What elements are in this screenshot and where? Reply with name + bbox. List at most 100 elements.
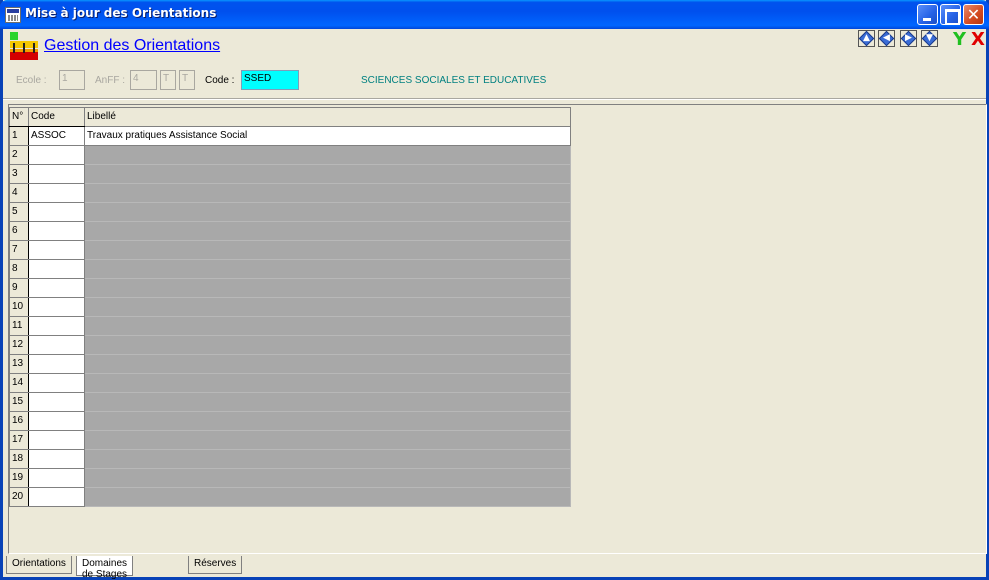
libelle-cell[interactable] [84, 259, 571, 279]
libelle-cell[interactable] [84, 430, 571, 450]
table-row[interactable]: 9 [9, 278, 571, 298]
code-cell[interactable]: ASSOC [28, 126, 85, 146]
libelle-cell[interactable] [84, 164, 571, 184]
row-number-cell[interactable]: 3 [9, 164, 29, 184]
row-number-cell[interactable]: 13 [9, 354, 29, 374]
anff-field[interactable]: 4 [130, 70, 157, 90]
row-number-cell[interactable]: 5 [9, 202, 29, 222]
row-number-cell[interactable]: 15 [9, 392, 29, 412]
libelle-cell[interactable] [84, 240, 571, 260]
table-row[interactable]: 19 [9, 468, 571, 488]
libelle-cell[interactable] [84, 297, 571, 317]
minimize-button[interactable] [917, 4, 938, 25]
table-row[interactable]: 3 [9, 164, 571, 184]
code-cell[interactable] [28, 468, 85, 488]
row-number-cell[interactable]: 2 [9, 145, 29, 165]
row-number-cell[interactable]: 20 [9, 487, 29, 507]
table-row[interactable]: 17 [9, 430, 571, 450]
column-header-libelle[interactable]: Libellé [84, 107, 571, 127]
libelle-cell[interactable] [84, 202, 571, 222]
row-number-cell[interactable]: 8 [9, 259, 29, 279]
code-field[interactable]: SSED [241, 70, 299, 90]
libelle-cell[interactable]: Travaux pratiques Assistance Social [84, 126, 571, 146]
code-cell[interactable] [28, 373, 85, 393]
table-row[interactable]: 11 [9, 316, 571, 336]
tab-reserves[interactable]: Réserves [188, 556, 243, 574]
table-row[interactable]: 13 [9, 354, 571, 374]
libelle-cell[interactable] [84, 335, 571, 355]
table-row[interactable]: 4 [9, 183, 571, 203]
row-number-cell[interactable]: 19 [9, 468, 29, 488]
code-cell[interactable] [28, 240, 85, 260]
title-bar[interactable]: Mise à jour des Orientations ✕ [0, 0, 989, 29]
x-icon[interactable]: X [971, 29, 985, 50]
code-cell[interactable] [28, 183, 85, 203]
code-cell[interactable] [28, 487, 85, 507]
close-button[interactable]: ✕ [963, 4, 984, 25]
code-cell[interactable] [28, 392, 85, 412]
libelle-cell[interactable] [84, 183, 571, 203]
row-number-cell[interactable]: 7 [9, 240, 29, 260]
row-number-cell[interactable]: 11 [9, 316, 29, 336]
table-row[interactable]: 16 [9, 411, 571, 431]
anff-t1-field[interactable]: T [160, 70, 176, 90]
libelle-cell[interactable] [84, 487, 571, 507]
row-number-cell[interactable]: 1 [9, 126, 29, 146]
row-number-cell[interactable]: 12 [9, 335, 29, 355]
tab-domaines-de-stages[interactable]: Domaines de Stages [76, 556, 134, 580]
row-number-cell[interactable]: 14 [9, 373, 29, 393]
libelle-cell[interactable] [84, 354, 571, 374]
row-number-cell[interactable]: 10 [9, 297, 29, 317]
table-row[interactable]: 20 [9, 487, 571, 507]
check-icon[interactable]: Y [953, 29, 966, 50]
code-cell[interactable] [28, 449, 85, 469]
code-cell[interactable] [28, 278, 85, 298]
row-number-cell[interactable]: 9 [9, 278, 29, 298]
code-cell[interactable] [28, 411, 85, 431]
nav-right-button[interactable]: ▶ [900, 30, 917, 47]
row-number-cell[interactable]: 4 [9, 183, 29, 203]
table-row[interactable]: 10 [9, 297, 571, 317]
table-row[interactable]: 15 [9, 392, 571, 412]
code-cell[interactable] [28, 221, 85, 241]
maximize-button[interactable] [940, 4, 961, 25]
libelle-cell[interactable] [84, 221, 571, 241]
libelle-cell[interactable] [84, 278, 571, 298]
ecole-field[interactable]: 1 [59, 70, 85, 90]
table-row[interactable]: 12 [9, 335, 571, 355]
libelle-cell[interactable] [84, 411, 571, 431]
libelle-cell[interactable] [84, 468, 571, 488]
code-cell[interactable] [28, 430, 85, 450]
table-row[interactable]: 6 [9, 221, 571, 241]
row-number-cell[interactable]: 18 [9, 449, 29, 469]
code-cell[interactable] [28, 354, 85, 374]
anff-t2-field[interactable]: T [179, 70, 195, 90]
row-number-cell[interactable]: 16 [9, 411, 29, 431]
nav-down-button[interactable]: ▼ [921, 30, 938, 47]
column-header-code[interactable]: Code [28, 107, 85, 127]
table-row[interactable]: 1 ASSOC Travaux pratiques Assistance Socia… [9, 126, 571, 146]
libelle-cell[interactable] [84, 373, 571, 393]
libelle-cell[interactable] [84, 449, 571, 469]
table-row[interactable]: 14 [9, 373, 571, 393]
nav-up-button[interactable]: ▲ [858, 30, 875, 47]
table-row[interactable]: 7 [9, 240, 571, 260]
code-cell[interactable] [28, 145, 85, 165]
column-header-number[interactable]: N° [9, 107, 29, 127]
libelle-cell[interactable] [84, 392, 571, 412]
table-row[interactable]: 18 [9, 449, 571, 469]
nav-left-button[interactable]: ◀ [878, 30, 895, 47]
table-row[interactable]: 2 [9, 145, 571, 165]
code-cell[interactable] [28, 259, 85, 279]
libelle-cell[interactable] [84, 145, 571, 165]
table-row[interactable]: 8 [9, 259, 571, 279]
code-cell[interactable] [28, 202, 85, 222]
code-cell[interactable] [28, 335, 85, 355]
code-cell[interactable] [28, 164, 85, 184]
libelle-cell[interactable] [84, 316, 571, 336]
code-cell[interactable] [28, 316, 85, 336]
stages-grid[interactable]: N° Code Libellé 1 ASSOC Travaux pratiques … [9, 107, 571, 507]
page-title[interactable]: Gestion des Orientations [44, 37, 220, 55]
row-number-cell[interactable]: 6 [9, 221, 29, 241]
tab-orientations[interactable]: Orientations [6, 556, 72, 574]
